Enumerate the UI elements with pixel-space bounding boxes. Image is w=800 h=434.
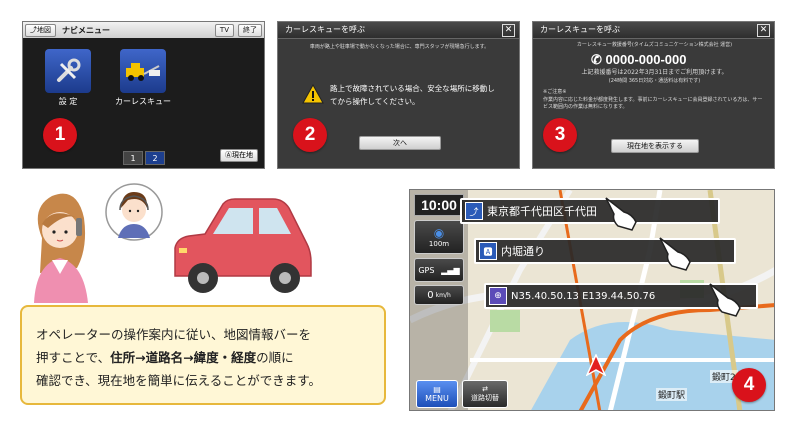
road-switch-button[interactable]: ⇄ 道路切替 [462,380,508,408]
warning-icon [302,84,324,104]
close-icon[interactable]: ✕ [502,24,515,37]
compass-icon: ◉ [433,226,445,240]
address-text: 東京都千代田区千代田 [487,205,597,218]
rescue-phone-number: 0000-000-000 [605,52,687,67]
dialog-title: カーレスキューを呼ぶ [533,22,774,39]
validity-text: 上記救援番号は2022年3月31日までご利用頂けます。 [581,69,728,76]
navi-menu-title: ナビメニュー [62,25,110,35]
settings-tile[interactable] [45,49,91,93]
menu-button[interactable]: ▤ MENU [416,380,458,408]
gps-indicator: GPS ▂▄▆ [414,258,464,282]
pointing-hand-icon [605,197,637,231]
address-icon: ⤴ [465,202,483,220]
car-rescue-tile-label: カーレスキュー [115,97,171,106]
menu-icon: ▤ [433,385,441,394]
globe-icon: ⊕ [489,287,507,305]
settings-tile-label: 設 定 [58,97,78,106]
message-line-2: 押すことで、住所→道路名→緯度・経度の順に [36,350,294,365]
address-info-bar[interactable]: ⤴ 東京都千代田区千代田 [460,198,720,224]
notes-text: 作業内容に応じた料金が都度発生します。事前にカーレスキューに会員登録されている方… [543,97,763,110]
speed-indicator: 0 km/h [414,285,464,305]
signal-bars-icon: ▂▄▆ [441,265,460,275]
close-icon[interactable]: ✕ [757,24,770,37]
dialog-small-text: 車両が路上や駐車場で動かなくなった場合に、専門スタッフが現場急行します。 [309,44,490,50]
page-1-button[interactable]: 1 [123,151,143,165]
clock: 10:00 [414,194,464,216]
map-label: 鍛町駅 [656,388,688,401]
notes-title: ※ご注意※ [543,89,567,95]
car-illustration [174,198,312,293]
page-2-button[interactable]: 2 [145,151,165,165]
step-badge-2: 2 [293,118,327,152]
tow-truck-icon [126,63,160,81]
phone-row: ✆ 0000-000-000 [591,52,687,68]
road-switch-icon: ⇄ [482,385,488,393]
instruction-message: オペレーターの操作案内に従い、地図情報バーを 押すことで、住所→道路名→緯度・経… [20,305,386,405]
car-rescue-tile[interactable] [120,49,166,93]
current-position-icon [586,354,606,376]
operator-bubble-illustration [105,183,163,241]
message-line-3: 確認でき、現在地を簡単に伝えることができます。 [36,373,322,388]
show-current-location-button[interactable]: 現在地を表示する [611,139,699,153]
navigation-map-screen: 10:00 ◉ 100m GPS ▂▄▆ 0 km/h ⤴ 東京都千代田区千代田 🅰 内堀… [409,189,775,411]
step-badge-4: 4 [732,368,766,402]
road-text: 内堀通り [501,245,545,258]
message-emphasis: 住所→道路名→緯度・経度 [110,350,257,365]
next-button[interactable]: 次へ [359,136,441,150]
current-location-button[interactable]: Ⓐ現在地 [220,149,258,162]
location-icon: Ⓐ [225,151,232,159]
tv-button[interactable]: TV [214,23,234,37]
map-button[interactable]: ⤴地図 [25,23,56,37]
navi-menu-topbar: ⤴地図 ナビメニュー TV 終了 [23,22,264,38]
service-line: カーレスキュー救援番号(タイムズコミュニケーション株式会社 運営) [576,42,733,48]
hours-text: (24時間 365日対応・通話料は有料です) [608,78,701,84]
pointing-hand-icon [709,283,741,317]
exit-button[interactable]: 終了 [238,23,262,37]
step-badge-1: 1 [43,118,77,152]
coordinate-text: N35.40.50.13 E139.44.50.76 [511,290,656,302]
step-badge-3: 3 [543,118,577,152]
scale-button[interactable]: ◉ 100m [414,220,464,254]
road-icon: 🅰 [479,242,497,260]
phone-icon: ✆ [591,52,602,67]
dialog-title: カーレスキューを呼ぶ [278,22,519,39]
warning-text: 路上で故障されている場合、安全な場所に移動してから操作してください。 [330,84,495,106]
message-line-1: オペレーターの操作案内に従い、地図情報バーを [36,327,312,342]
pointing-hand-icon [659,237,691,271]
settings-tools-icon [57,58,81,82]
